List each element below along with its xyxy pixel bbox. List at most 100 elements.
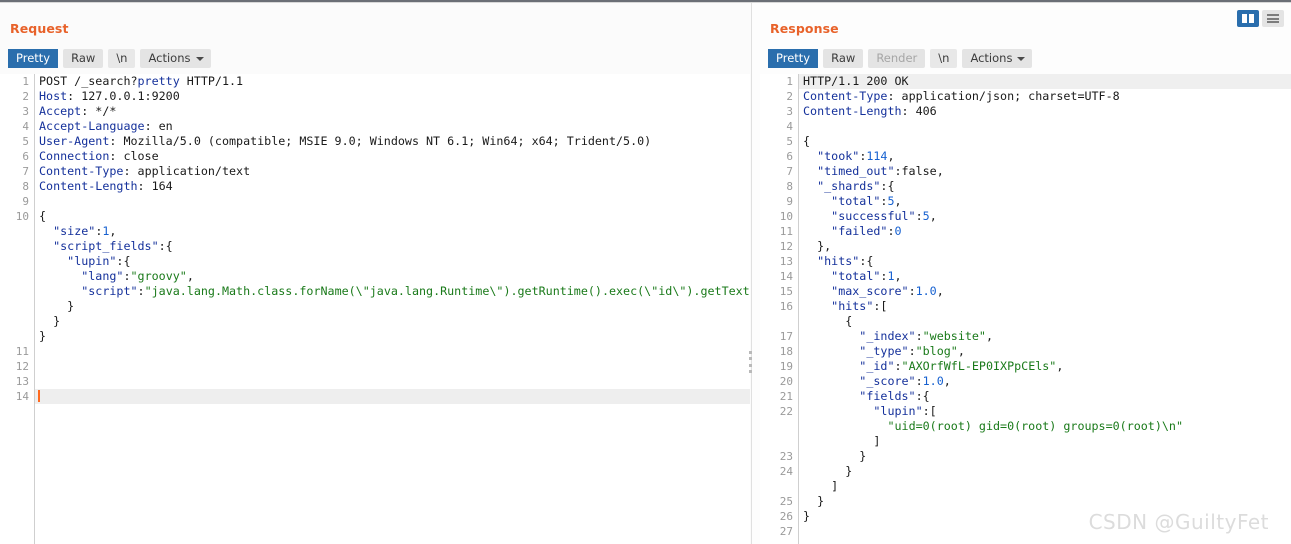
stacked-layout-button[interactable] <box>1262 10 1284 27</box>
code-line[interactable]: }, <box>799 239 1291 254</box>
code-line[interactable]: "_shards":{ <box>799 179 1291 194</box>
code-line[interactable]: "size":1, <box>35 224 750 239</box>
code-token: : 406 <box>901 104 937 118</box>
code-line[interactable]: User-Agent: Mozilla/5.0 (compatible; MSI… <box>35 134 750 149</box>
line-number: 7 <box>22 165 29 178</box>
code-token: : <box>908 284 916 298</box>
code-token: "java.lang.Math.class.forName(\"java.lan… <box>144 284 750 298</box>
code-line[interactable]: Content-Length: 406 <box>799 104 1291 119</box>
code-line[interactable]: } <box>799 449 1291 464</box>
code-line[interactable]: "hits":[ <box>799 299 1291 314</box>
code-line[interactable]: } <box>35 314 750 329</box>
response-tab-render[interactable]: Render <box>868 49 926 68</box>
code-token: "failed" <box>831 224 888 238</box>
line-number: 1 <box>786 75 793 88</box>
code-line[interactable]: "hits":{ <box>799 254 1291 269</box>
line-number: 2 <box>22 90 29 103</box>
request-tab-pretty[interactable]: Pretty <box>8 49 59 68</box>
code-line[interactable]: { <box>35 209 750 224</box>
code-line[interactable]: Content-Length: 164 <box>35 179 750 194</box>
code-token: "total" <box>831 269 881 283</box>
response-tab-raw[interactable]: Raw <box>823 49 864 68</box>
code-line[interactable]: "script":"java.lang.Math.class.forName(\… <box>35 284 750 299</box>
code-line[interactable]: } <box>35 299 750 314</box>
code-line[interactable] <box>799 119 1291 134</box>
code-line[interactable]: } <box>799 494 1291 509</box>
code-line[interactable]: "lupin":{ <box>35 254 750 269</box>
code-line[interactable]: "_type":"blog", <box>799 344 1291 359</box>
code-line[interactable] <box>35 359 750 374</box>
code-line[interactable] <box>799 524 1291 539</box>
code-line[interactable]: "max_score":1.0, <box>799 284 1291 299</box>
request-tab-raw[interactable]: Raw <box>63 49 104 68</box>
response-tab-newline[interactable]: \n <box>930 49 958 68</box>
code-line[interactable] <box>35 344 750 359</box>
code-line[interactable]: ] <box>799 479 1291 494</box>
request-line-number-gutter: 1 2 3 4 5 6 7 8 9 10 11 12 13 14 <box>0 74 35 544</box>
code-token: "groovy" <box>130 269 187 283</box>
code-line[interactable]: "fields":{ <box>799 389 1291 404</box>
line-number: 23 <box>779 450 793 463</box>
code-token: "website" <box>922 329 986 343</box>
request-tab-newline[interactable]: \n <box>108 49 136 68</box>
code-line[interactable]: { <box>799 134 1291 149</box>
code-line[interactable]: Content-Type: application/json; charset=… <box>799 89 1291 104</box>
code-line[interactable]: "took":114, <box>799 149 1291 164</box>
code-token: : <box>137 284 145 298</box>
code-token: , <box>894 269 902 283</box>
code-line[interactable] <box>35 374 750 389</box>
code-token: "max_score" <box>831 284 909 298</box>
two-column-layout-button[interactable] <box>1237 10 1259 27</box>
response-tab-pretty[interactable]: Pretty <box>768 49 819 68</box>
request-actions-button[interactable]: Actions <box>140 49 211 68</box>
code-line[interactable]: Accept-Language: en <box>35 119 750 134</box>
code-line[interactable]: "timed_out":false, <box>799 164 1291 179</box>
code-line[interactable]: "total":1, <box>799 269 1291 284</box>
code-line[interactable]: "total":5, <box>799 194 1291 209</box>
code-line[interactable]: ] <box>799 434 1291 449</box>
code-token: 5 <box>922 209 930 223</box>
code-token: Content-Length <box>39 179 138 193</box>
code-line[interactable]: "_score":1.0, <box>799 374 1291 389</box>
request-pane: Request Pretty Raw \n Actions 1234567891… <box>0 3 752 544</box>
response-actions-button[interactable]: Actions <box>962 49 1033 68</box>
code-line[interactable]: Host: 127.0.0.1:9200 <box>35 89 750 104</box>
line-number: 8 <box>22 180 29 193</box>
code-line[interactable]: { <box>799 314 1291 329</box>
code-line[interactable]: Connection: close <box>35 149 750 164</box>
code-token: "_type" <box>859 344 909 358</box>
code-line[interactable]: "uid=0(root) gid=0(root) groups=0(root)\… <box>799 419 1291 434</box>
code-line[interactable]: "_index":"website", <box>799 329 1291 344</box>
code-line[interactable] <box>35 194 750 209</box>
code-token: } <box>39 314 61 328</box>
code-line[interactable]: "failed":0 <box>799 224 1291 239</box>
code-line[interactable]: Accept: */* <box>35 104 750 119</box>
code-line[interactable]: } <box>799 509 1291 524</box>
code-line[interactable]: HTTP/1.1 200 OK <box>799 74 1291 89</box>
code-line[interactable]: } <box>35 329 750 344</box>
code-line[interactable]: POST /_search?pretty HTTP/1.1 <box>35 74 750 89</box>
code-line[interactable]: "script_fields":{ <box>35 239 750 254</box>
line-number: 7 <box>786 165 793 178</box>
code-line[interactable]: "lupin":[ <box>799 404 1291 419</box>
code-token: 1 <box>887 269 895 283</box>
line-number: 6 <box>786 150 793 163</box>
code-line[interactable]: "successful":5, <box>799 209 1291 224</box>
code-token: , <box>936 284 944 298</box>
code-line[interactable]: "lang":"groovy", <box>35 269 750 284</box>
code-line[interactable] <box>35 389 750 404</box>
code-line[interactable]: "_id":"AXOrfWfL-EP0IXPpCEls", <box>799 359 1291 374</box>
code-token: HTTP/1.1 <box>179 74 244 88</box>
code-token: User-Agent <box>39 134 110 148</box>
code-line[interactable]: Content-Type: application/text <box>35 164 750 179</box>
response-code-area[interactable]: HTTP/1.1 200 OK Content-Type: application… <box>799 74 1291 544</box>
code-line[interactable]: } <box>799 464 1291 479</box>
request-response-split-view: Request Pretty Raw \n Actions 1234567891… <box>0 3 1291 544</box>
response-editor[interactable]: 1 2 3 4 5 6 7 8 9 10 11 12 13 14 15 16 17 18 19 20 21 22 23 24 2… <box>760 74 1291 544</box>
request-editor[interactable]: 1 2 3 4 5 6 7 8 9 10 11 12 13 14 POST /_search?pretty… <box>0 74 750 544</box>
request-code-area[interactable]: POST /_search?pretty HTTP/1.1 Host: 127.0… <box>35 74 750 544</box>
code-token: } <box>39 299 75 313</box>
line-number: 8 <box>786 180 793 193</box>
